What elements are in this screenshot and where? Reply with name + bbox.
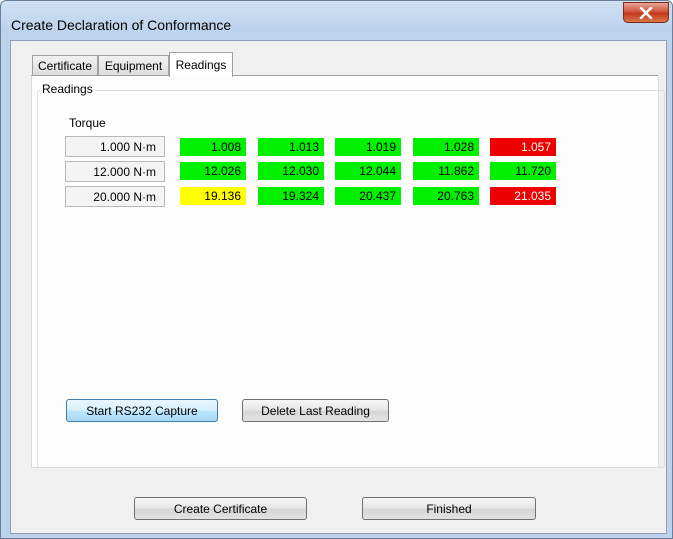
delete-last-reading-button[interactable]: Delete Last Reading xyxy=(242,399,389,422)
torque-column-header: Torque xyxy=(69,116,106,130)
reading-cell: 1.013 xyxy=(258,138,324,156)
reading-cell: 1.008 xyxy=(180,138,246,156)
close-icon xyxy=(639,6,653,19)
start-rs232-capture-button[interactable]: Start RS232 Capture xyxy=(66,399,218,422)
reading-cell: 20.763 xyxy=(413,187,479,205)
reading-cell: 12.030 xyxy=(258,162,324,180)
tab-equipment-label: Equipment xyxy=(104,59,163,73)
reading-cell: 11.720 xyxy=(490,162,556,180)
tab-certificate-label: Certificate xyxy=(37,59,93,73)
reading-cell: 1.019 xyxy=(335,138,401,156)
readings-panel: Readings Torque 1.000 N·m 1.008 1.013 1.… xyxy=(31,76,665,468)
tab-readings[interactable]: Readings xyxy=(169,52,233,77)
torque-row-label: 1.000 N·m xyxy=(65,136,165,157)
tab-readings-label: Readings xyxy=(175,58,227,72)
readings-group-label: Readings xyxy=(40,82,95,96)
reading-cell: 1.057 xyxy=(490,138,556,156)
dialog-client-area: Certificate Equipment Readings Readings … xyxy=(10,40,667,534)
reading-cell: 12.044 xyxy=(335,162,401,180)
window-title: Create Declaration of Conformance xyxy=(11,17,232,33)
dialog-window: Create Declaration of Conformance Certif… xyxy=(0,0,673,539)
torque-row-label: 12.000 N·m xyxy=(65,161,165,182)
torque-row-label: 20.000 N·m xyxy=(65,186,165,207)
tab-equipment[interactable]: Equipment xyxy=(98,55,169,76)
reading-cell: 20.437 xyxy=(335,187,401,205)
reading-cell: 12.026 xyxy=(180,162,246,180)
reading-cell: 19.136 xyxy=(180,187,246,205)
reading-cell: 1.028 xyxy=(413,138,479,156)
create-certificate-button[interactable]: Create Certificate xyxy=(134,497,307,520)
reading-cell: 21.035 xyxy=(490,187,556,205)
reading-cell: 19.324 xyxy=(258,187,324,205)
tab-certificate[interactable]: Certificate xyxy=(32,55,98,76)
close-button[interactable] xyxy=(623,2,669,23)
finished-button[interactable]: Finished xyxy=(362,497,536,520)
reading-cell: 11.862 xyxy=(413,162,479,180)
